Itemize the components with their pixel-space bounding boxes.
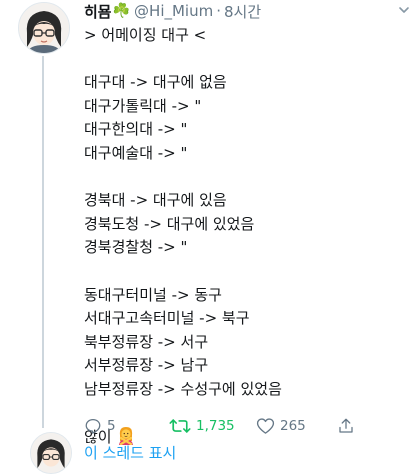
header-separator: · (216, 2, 222, 20)
tweet-line: 경북도청 -> 대구에 있었음 (84, 214, 255, 233)
share-icon (339, 418, 353, 433)
retweet-icon (169, 419, 191, 433)
chevron-down-icon[interactable] (398, 4, 410, 16)
tweet-header: 히묨 ☘️ @Hi_Mium · 8시간 (84, 0, 261, 22)
heart-icon (256, 418, 275, 434)
retweet-button[interactable]: 1,735 (169, 414, 235, 438)
tweet-line: 대구가톨릭대 -> " (84, 96, 202, 115)
avatar-illustration (31, 433, 71, 473)
thread-connector-line (42, 56, 44, 428)
share-button[interactable] (337, 414, 355, 438)
tweet-line: 동대구터미널 -> 동구 (84, 285, 222, 304)
tweet-line: 북부정류장 -> 서구 (84, 332, 209, 351)
like-button[interactable]: 265 (256, 414, 306, 438)
tweet-line: 경북대 -> 대구에 있음 (84, 191, 227, 210)
retweet-count: 1,735 (196, 418, 235, 434)
tweet-action-bar: 5 1,735 265 (84, 414, 384, 438)
tweet-line: 대구대 -> 대구에 없음 (84, 73, 227, 92)
author-handle[interactable]: @Hi_Mium (134, 2, 213, 20)
tweet-line: 대구예술대 -> " (84, 143, 188, 162)
clover-icon: ☘️ (112, 3, 131, 19)
show-thread-link[interactable]: 이 스레드 표시 (84, 442, 176, 463)
tweet-line: 남부정류장 -> 수성구에 있었음 (84, 379, 282, 398)
tweet-line: 서부정류장 -> 남구 (84, 356, 209, 375)
tweet-line: > 어메이징 대구 < (84, 26, 207, 44)
avatar-illustration (19, 3, 69, 53)
reply-count: 5 (107, 418, 116, 434)
reply-button[interactable]: 5 (84, 414, 116, 438)
tweet-line: 대구한의대 -> " (84, 120, 188, 139)
author-name[interactable]: 히묨 (84, 1, 112, 22)
author-avatar[interactable] (18, 2, 70, 54)
tweet-line: 경북경찰청 -> " (84, 238, 188, 257)
tweet-timestamp[interactable]: 8시간 (224, 1, 261, 22)
tweet-text: > 어메이징 대구 < 대구대 -> 대구에 없음 대구가톨릭대 -> " 대구… (84, 24, 404, 449)
reply-icon (85, 418, 101, 434)
tweet-line: 서대구고속터미널 -> 북구 (84, 309, 250, 328)
like-count: 265 (280, 418, 306, 434)
